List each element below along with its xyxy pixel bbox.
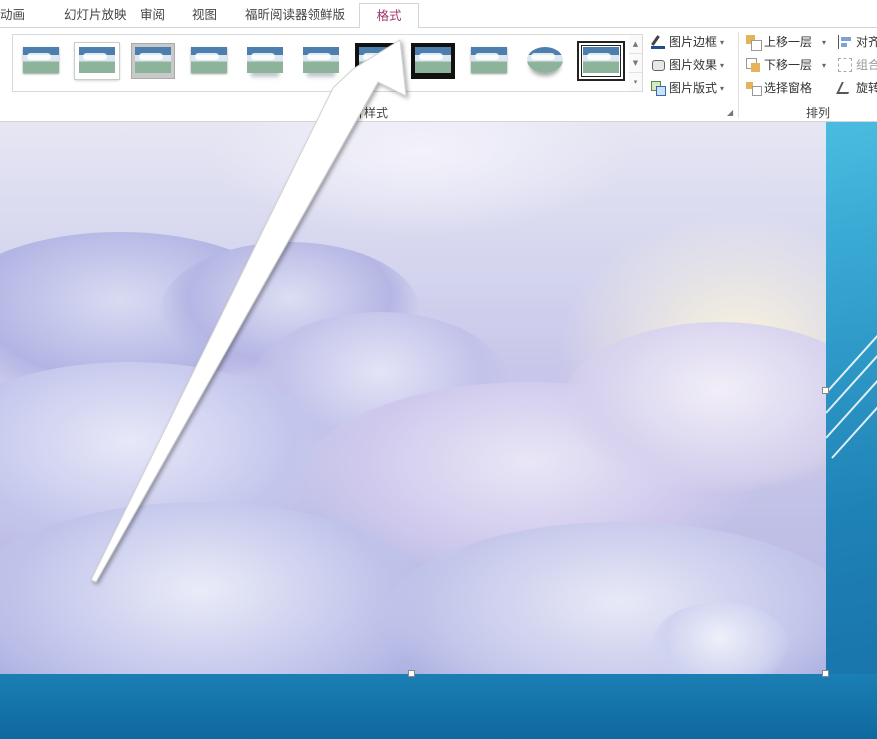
annotation-arrow xyxy=(90,39,407,583)
arrow-shape xyxy=(90,39,407,583)
